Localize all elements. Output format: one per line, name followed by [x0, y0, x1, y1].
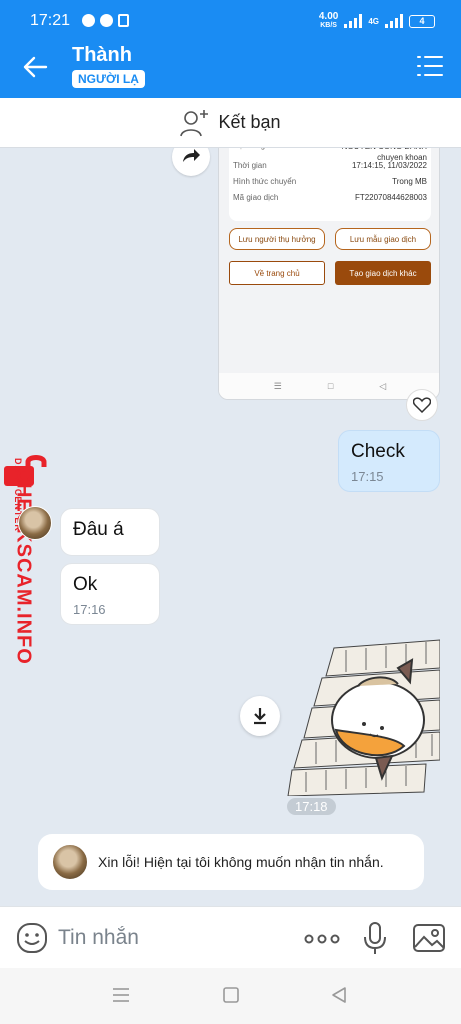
detail-row-code: Mã giao dịch FT22070844628003	[233, 193, 427, 202]
avatar[interactable]	[18, 506, 52, 540]
image-icon[interactable]	[412, 923, 446, 953]
message-time: 17:16	[73, 602, 106, 617]
message-input[interactable]	[58, 923, 288, 953]
system-message-text: Xin lỗi! Hiện tại tôi không muốn nhận ti…	[98, 854, 384, 870]
chat-header: Thành NGƯỜI LẠ	[0, 36, 461, 98]
home-label: Về trang chủ	[254, 268, 300, 278]
save-recipient-button: Lưu người thụ hưởng	[229, 228, 325, 250]
back-arrow-icon[interactable]	[20, 52, 50, 82]
react-button[interactable]	[406, 389, 438, 421]
back-icon: ◁	[379, 380, 387, 391]
message-text: Đâu á	[73, 519, 124, 540]
home-button: Về trang chủ	[229, 261, 325, 285]
back-icon[interactable]	[330, 986, 348, 1004]
microphone-icon[interactable]	[362, 921, 388, 955]
status-right: 4.00 KB/S 4G 4	[319, 12, 435, 30]
message-text: Ok	[73, 574, 98, 595]
share-arrow-icon	[183, 149, 200, 162]
new-transaction-button: Tạo giao dịch khác	[335, 261, 431, 285]
signal-icon	[344, 14, 363, 28]
add-user-icon	[180, 109, 209, 136]
battery-icon: 4	[409, 14, 435, 28]
save-recipient-label: Lưu người thụ hưởng	[238, 234, 316, 244]
system-nav-bar	[0, 968, 461, 1024]
composer	[0, 906, 461, 968]
home-icon[interactable]	[222, 986, 240, 1004]
watermark-brand: CHECKSCAM.INFO	[12, 467, 35, 665]
home-icon: □	[327, 381, 334, 391]
recent-apps-icon[interactable]	[111, 986, 131, 1004]
transaction-details: Nội dung NGUYEN CONG DANH chuyen khoan T…	[229, 148, 431, 221]
menu-icon: ☰	[273, 380, 282, 391]
stranger-badge: NGƯỜI LẠ	[72, 70, 145, 88]
message-bubble-incoming[interactable]: Đâu á	[60, 508, 160, 556]
save-template-label: Lưu mẫu giao dịch	[349, 234, 417, 244]
net-unit: KB/S	[320, 22, 337, 29]
detail-label: Mã giao dịch	[233, 193, 279, 202]
chat-notification-icon	[100, 14, 113, 27]
copy-icon	[118, 14, 129, 27]
sticker-time: 17:18	[287, 798, 336, 815]
message-time: 17:15	[351, 469, 384, 484]
chat-area[interactable]: Nội dung NGUYEN CONG DANH chuyen khoan T…	[0, 148, 461, 906]
battery-level: 4	[419, 15, 425, 26]
status-bar: 17:21 4.00 KB/S 4G 4	[0, 0, 461, 36]
net-speed: 4.00	[318, 11, 339, 22]
contact-name[interactable]: Thành	[72, 44, 132, 67]
message-bubble-outgoing[interactable]: Check 17:15	[338, 430, 440, 492]
system-message: Xin lỗi! Hiện tại tôi không muốn nhận ti…	[38, 834, 424, 890]
shared-screenshot[interactable]: Nội dung NGUYEN CONG DANH chuyen khoan T…	[218, 148, 440, 400]
detail-value: 17:14:15, 11/03/2022	[351, 161, 427, 170]
add-friend-label: Kết bạn	[218, 112, 281, 132]
detail-label: Hình thức chuyển	[233, 177, 297, 186]
detail-value: Trong MB	[392, 177, 427, 186]
message-bubble-incoming[interactable]: Ok 17:16	[60, 563, 160, 625]
heart-icon	[413, 397, 431, 413]
cat-sticker[interactable]	[286, 638, 440, 796]
new-transaction-label: Tạo giao dịch khác	[349, 268, 417, 278]
avatar	[52, 844, 88, 880]
download-icon	[254, 708, 266, 725]
forward-button[interactable]	[172, 148, 210, 176]
detail-label: Thời gian	[233, 161, 267, 170]
detail-row-method: Hình thức chuyển Trong MB	[233, 177, 427, 186]
status-time: 17:21	[30, 12, 71, 29]
messenger-icon	[82, 14, 95, 27]
detail-row-time: Thời gian 17:14:15, 11/03/2022	[233, 161, 427, 170]
message-text: Check	[351, 441, 405, 462]
detail-value: FT22070844628003	[354, 193, 427, 202]
menu-list-icon[interactable]	[417, 54, 443, 78]
emoji-icon[interactable]	[16, 922, 48, 954]
signal-2-icon	[385, 14, 403, 28]
more-options-icon[interactable]	[304, 929, 340, 949]
download-button[interactable]	[240, 696, 280, 736]
checkscam-watermark: DATA CENTER CHECKSCAM.INFO	[2, 453, 52, 683]
add-friend-button[interactable]: Kết bạn	[0, 98, 461, 148]
screenshot-nav-bar: ☰ □ ◁	[219, 373, 439, 399]
notification-icons	[82, 14, 129, 27]
save-template-button: Lưu mẫu giao dịch	[335, 228, 431, 250]
network-type: 4G	[368, 16, 379, 26]
